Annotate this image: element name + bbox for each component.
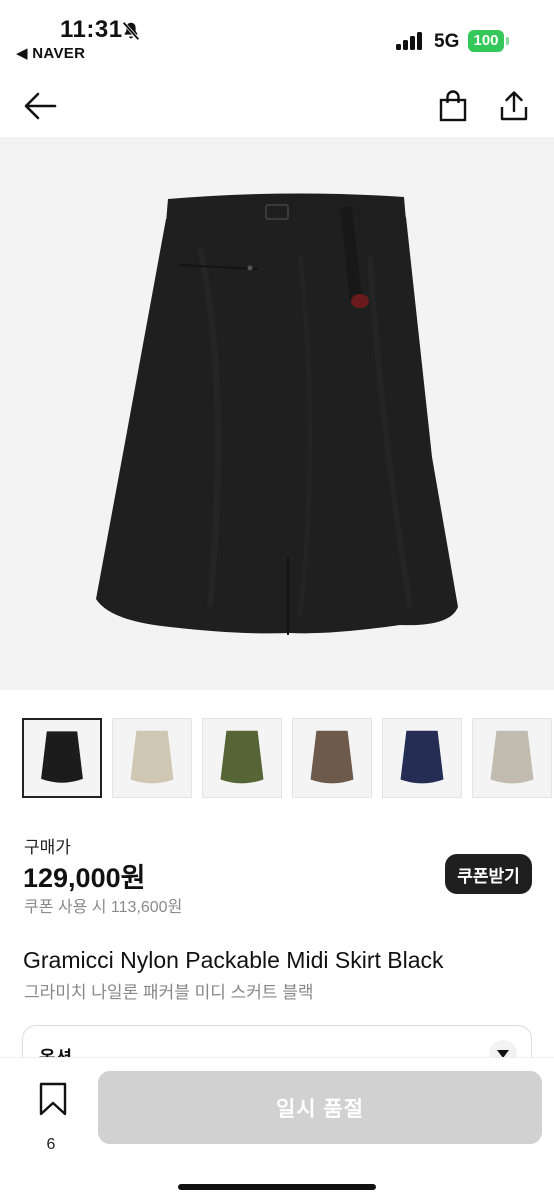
bookmark-icon (39, 1082, 67, 1116)
bell-muted-icon (122, 21, 140, 41)
thumbnail-black[interactable] (22, 718, 102, 798)
share-icon (500, 91, 528, 121)
battery-cap (506, 37, 509, 45)
cart-button[interactable] (431, 84, 475, 128)
thumbnail-skirt-beige (130, 730, 174, 784)
bookmark-count: 6 (46, 1136, 56, 1153)
back-button[interactable] (18, 84, 62, 128)
thumbnail-skirt-greige (490, 730, 534, 784)
skirt-illustration (96, 193, 458, 635)
thumbnail-beige[interactable] (112, 718, 192, 798)
thumbnail-greige[interactable] (472, 718, 552, 798)
bottom-action-bar: 6 일시 품절 (0, 1057, 554, 1200)
bookmark-button[interactable]: 6 (32, 1082, 70, 1162)
signal-icon (396, 32, 426, 50)
price: 129,000원 (23, 863, 146, 893)
back-to-app-link[interactable]: ◀ NAVER (16, 44, 85, 62)
product-title: Gramicci Nylon Packable Midi Skirt Black (23, 947, 444, 973)
arrow-left-icon (24, 92, 57, 120)
share-button[interactable] (492, 84, 536, 128)
thumbnail-skirt-olive (220, 730, 264, 784)
thumbnail-olive[interactable] (202, 718, 282, 798)
get-coupon-button[interactable]: 쿠폰받기 (445, 854, 532, 894)
color-thumbnails (22, 718, 554, 800)
thumbnail-navy[interactable] (382, 718, 462, 798)
price-label: 구매가 (24, 838, 71, 857)
nav-bar (0, 78, 554, 136)
battery-icon: 100 (468, 30, 504, 52)
thumbnail-brown[interactable] (292, 718, 372, 798)
thumbnail-skirt-navy (400, 730, 444, 784)
shopping-bag-icon (439, 90, 467, 122)
product-subtitle: 그라미치 나일론 패커블 미디 스커트 블랙 (24, 983, 314, 1002)
soldout-button[interactable]: 일시 품절 (98, 1071, 542, 1144)
status-bar: 11:31 ◀ NAVER 5G 100 (0, 0, 554, 70)
thumbnail-skirt-black (41, 731, 83, 783)
home-indicator (178, 1184, 376, 1190)
network-type: 5G (434, 31, 460, 52)
product-image[interactable] (0, 137, 554, 690)
clock: 11:31 (60, 16, 123, 43)
thumbnail-skirt-brown (310, 730, 354, 784)
coupon-price: 쿠폰 사용 시 113,600원 (24, 899, 183, 916)
